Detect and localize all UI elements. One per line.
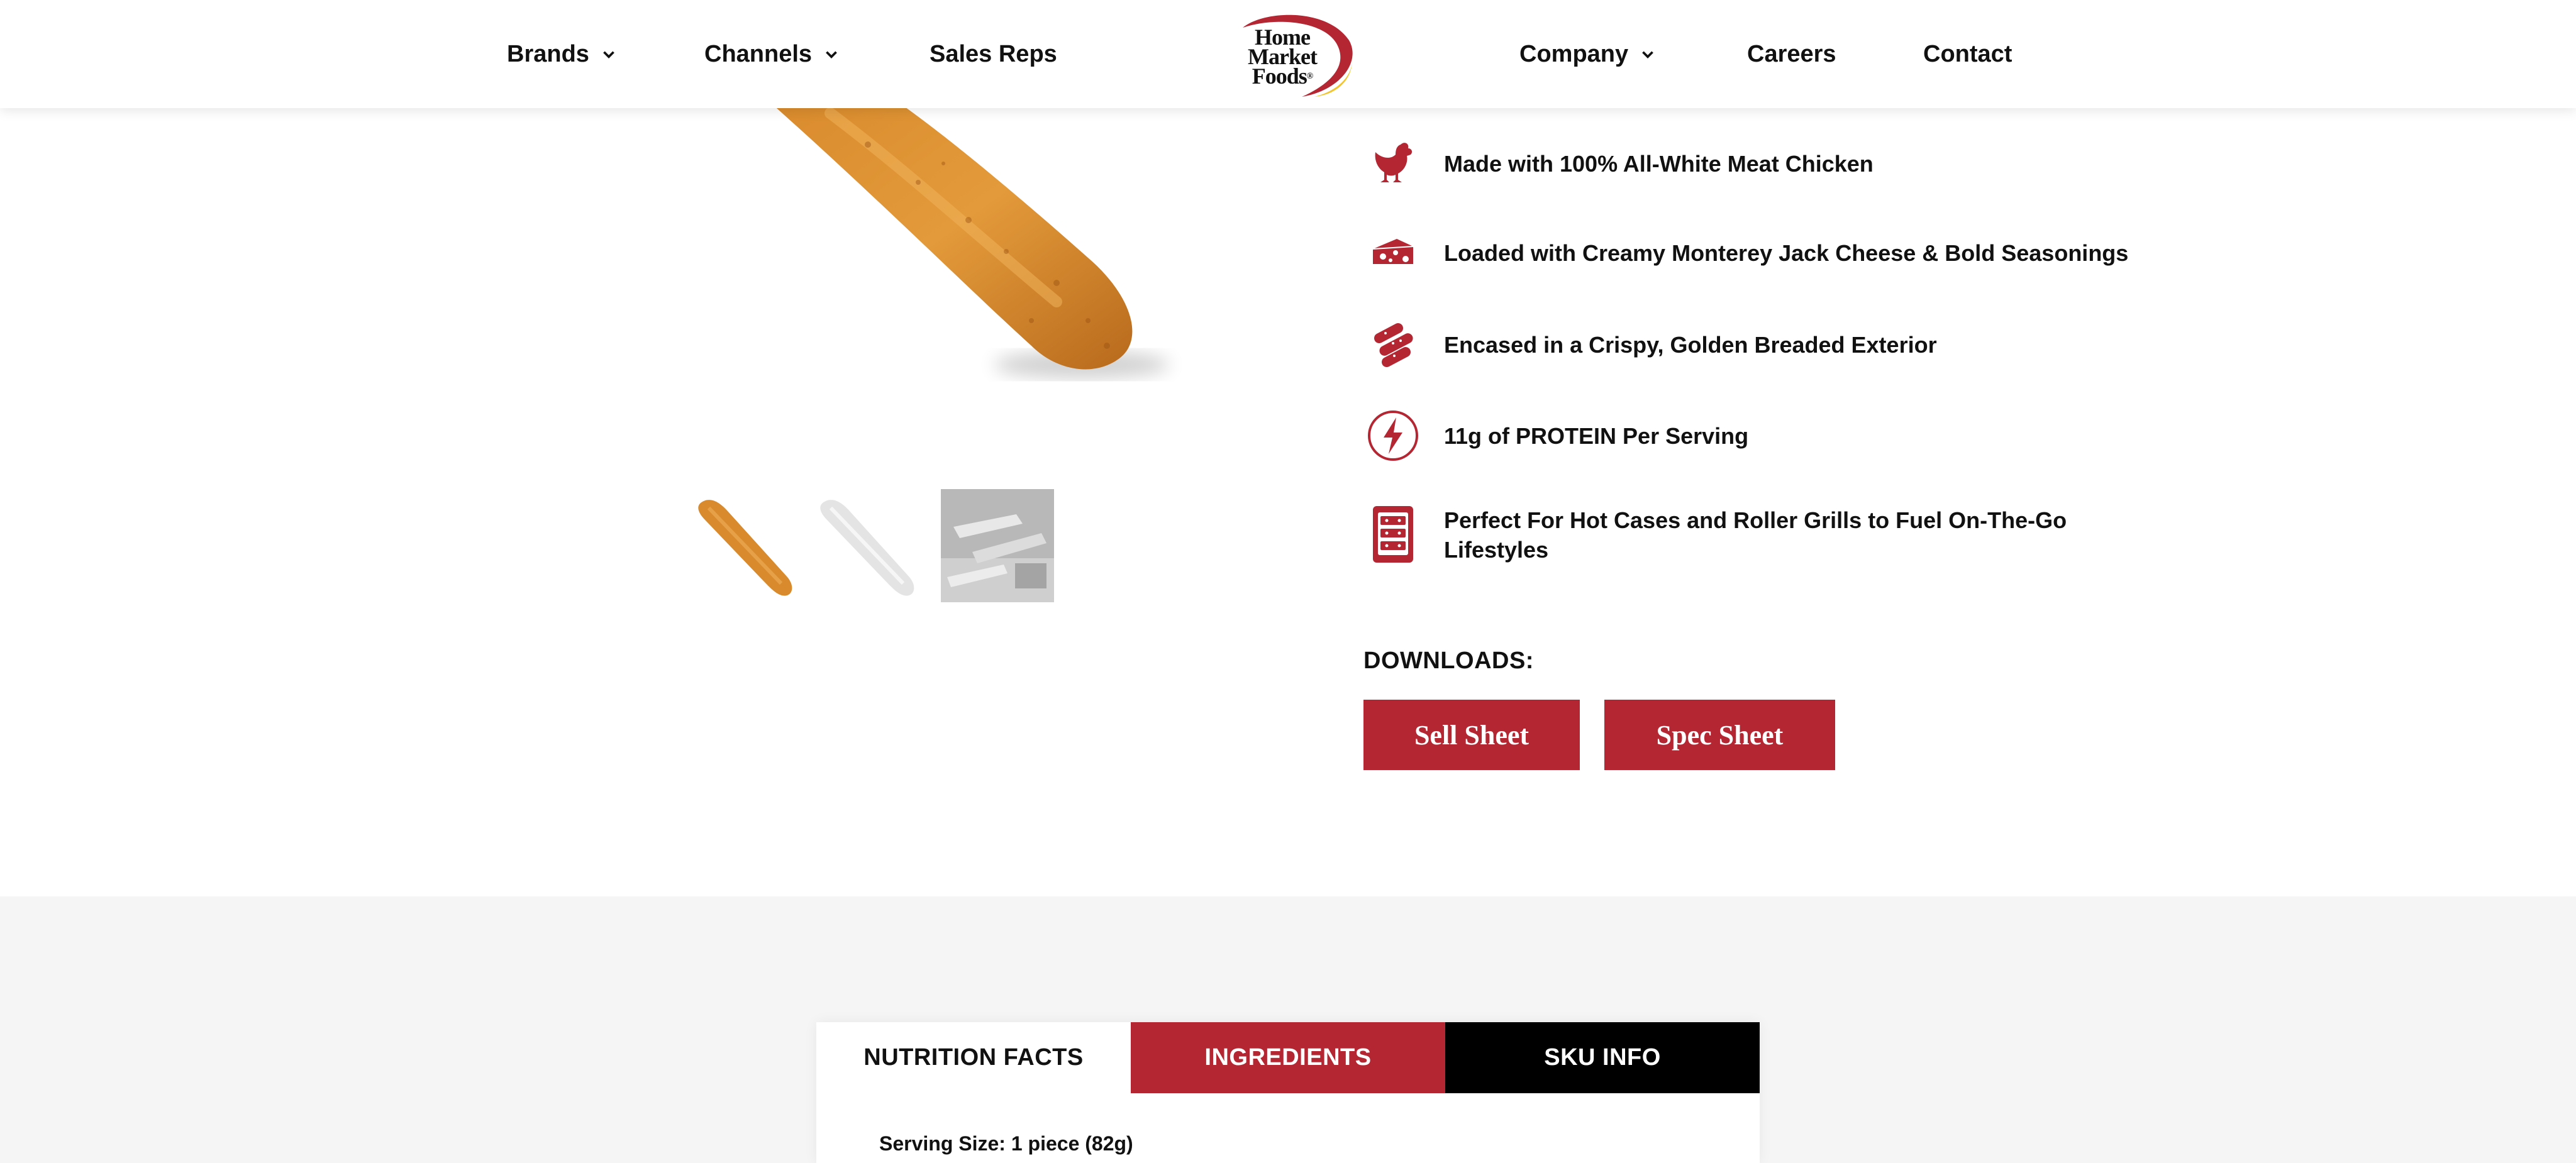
serving-size: Serving Size: 1 piece (82g) (879, 1132, 1133, 1155)
hot-case-icon (1365, 506, 1421, 563)
nav-careers[interactable]: Careers (1747, 0, 1836, 108)
feature-text-5: Perfect For Hot Cases and Roller Grills … (1444, 507, 2067, 563)
home-market-foods-logo[interactable]: Home Market Foods® (1220, 9, 1357, 101)
feature-item-2: Loaded with Creamy Monterey Jack Cheese … (1365, 224, 2148, 281)
feature-item-4: 11g of PROTEIN Per Serving (1365, 407, 2148, 464)
downloads-heading: DOWNLOADS: (1363, 648, 1534, 674)
logo-wordmark: Home Market Foods® (1229, 26, 1336, 87)
feature-text-1: Made with 100% All-White Meat Chicken (1444, 150, 1874, 177)
lightning-icon (1365, 407, 1421, 464)
tab-sku-info[interactable]: SKU INFO (1445, 1022, 1760, 1093)
feature-item-1: Made with 100% All-White Meat Chicken (1365, 135, 2148, 192)
nav-contact[interactable]: Contact (1923, 0, 2012, 108)
breading-icon (1365, 316, 1421, 373)
nav-channels[interactable]: Channels (704, 0, 840, 108)
nav-sales-reps[interactable]: Sales Reps (930, 0, 1057, 108)
thumbnail-lifestyle[interactable] (941, 489, 1054, 602)
nav-sales-reps-label: Sales Reps (930, 40, 1057, 67)
chevron-down-icon (826, 51, 837, 58)
logo-line-3-text: Foods (1252, 63, 1307, 89)
nav-careers-label: Careers (1747, 40, 1836, 67)
sell-sheet-button[interactable]: Sell Sheet (1363, 700, 1580, 770)
chevron-down-icon (603, 51, 614, 58)
nav-brands[interactable]: Brands (507, 0, 617, 108)
nav-channels-label: Channels (704, 40, 813, 67)
thumbnail-fried[interactable] (693, 489, 806, 602)
feature-text-3: Encased in a Crispy, Golden Breaded Exte… (1444, 331, 1937, 358)
cheese-icon (1365, 224, 1421, 281)
nav-company-label: Company (1519, 40, 1629, 67)
tab-nutrition-facts[interactable]: NUTRITION FACTS (816, 1022, 1131, 1093)
chicken-icon (1365, 135, 1421, 192)
product-main-image (761, 94, 1170, 378)
chevron-down-icon (1642, 51, 1654, 58)
site-header: Brands Channels Sales Reps Home Market F… (0, 0, 2576, 108)
feature-text-4: 11g of PROTEIN Per Serving (1444, 422, 1749, 449)
nav-contact-label: Contact (1923, 40, 2012, 67)
thumbnail-unbreaded[interactable] (815, 489, 928, 602)
logo-line-3: Foods® (1229, 65, 1336, 87)
feature-item-5: Perfect For Hot Cases and Roller Grills … (1365, 505, 2148, 565)
spec-sheet-button[interactable]: Spec Sheet (1604, 700, 1835, 770)
feature-text-2: Loaded with Creamy Monterey Jack Cheese … (1444, 240, 2129, 266)
registered-mark: ® (1306, 72, 1314, 81)
nav-company[interactable]: Company (1519, 0, 1656, 108)
nutrition-card: NUTRITION FACTS INGREDIENTS SKU INFO Ser… (816, 1022, 1760, 1163)
nav-brands-label: Brands (507, 40, 589, 67)
feature-item-3: Encased in a Crispy, Golden Breaded Exte… (1365, 316, 2148, 373)
tab-ingredients[interactable]: INGREDIENTS (1131, 1022, 1445, 1093)
